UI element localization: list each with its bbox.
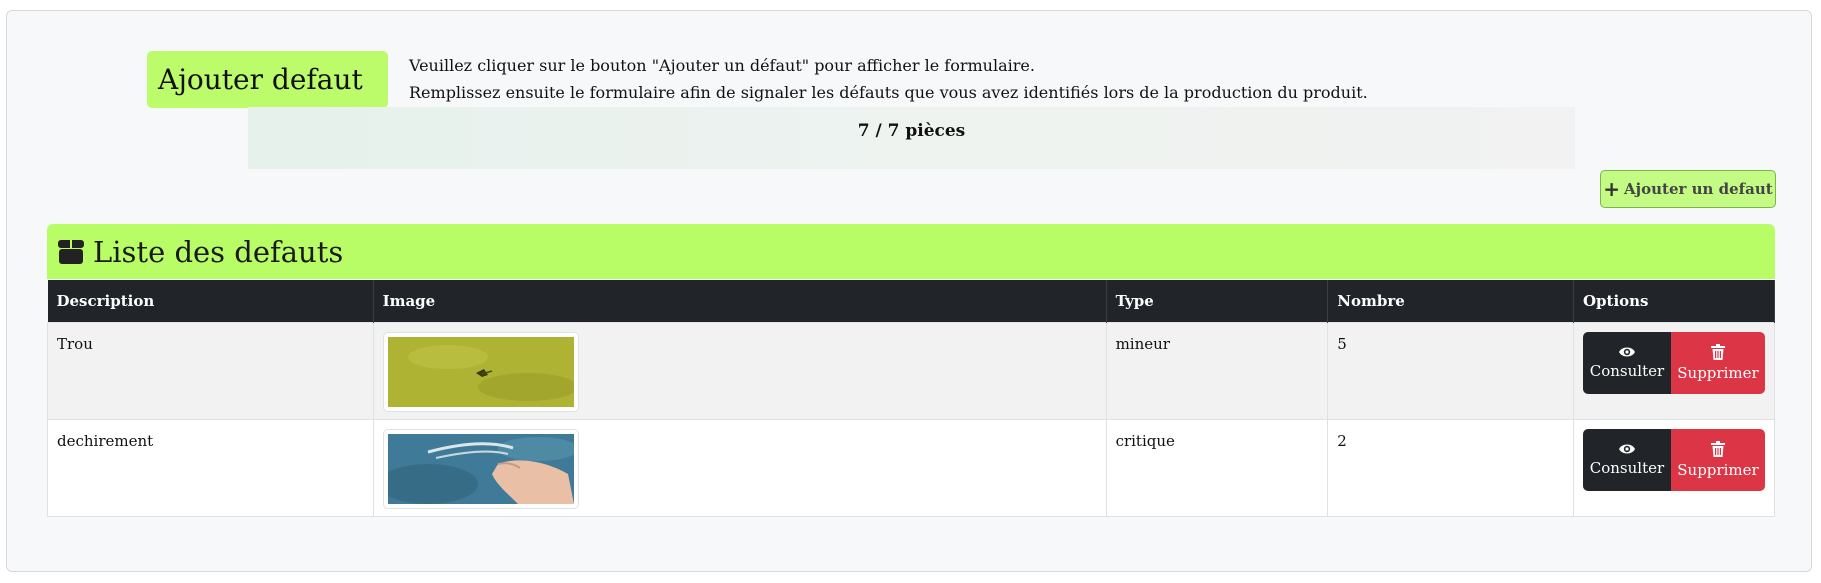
view-button[interactable]: Consulter bbox=[1582, 428, 1671, 491]
plus-icon: + bbox=[1603, 177, 1621, 201]
piece-counter: 7 / 7 pièces bbox=[248, 107, 1575, 169]
instruction-line-2: Remplissez ensuite le formulaire afin de… bbox=[409, 83, 1368, 102]
eye-icon bbox=[1618, 444, 1635, 453]
row-image-cell bbox=[372, 418, 1107, 517]
row-options: Consulter Supprimer bbox=[1572, 321, 1776, 420]
row-description: dechirement bbox=[47, 418, 374, 517]
trash-icon bbox=[1710, 343, 1725, 360]
delete-button[interactable]: Supprimer bbox=[1670, 331, 1765, 394]
table-row: Trou mineur 5 Consulter Supprimer bbox=[47, 321, 1776, 420]
row-image-cell bbox=[372, 321, 1107, 420]
column-header-count: Nombre bbox=[1327, 280, 1574, 322]
row-options: Consulter Supprimer bbox=[1572, 418, 1776, 517]
column-header-options: Options bbox=[1573, 280, 1776, 322]
column-header-description: Description bbox=[47, 280, 374, 322]
row-type: mineur bbox=[1105, 321, 1329, 420]
row-count: 2 bbox=[1327, 418, 1574, 517]
column-header-type: Type bbox=[1106, 280, 1329, 322]
trash-icon bbox=[1710, 440, 1725, 457]
row-count: 5 bbox=[1327, 321, 1574, 420]
column-header-image: Image bbox=[373, 280, 1107, 322]
instruction-line-1: Veuillez cliquer sur le bouton "Ajouter … bbox=[409, 56, 1035, 75]
box-icon bbox=[58, 239, 84, 264]
instructions: Veuillez cliquer sur le bouton "Ajouter … bbox=[409, 52, 1368, 106]
add-defect-label: Ajouter un defaut bbox=[1624, 180, 1773, 198]
table-row: dechirement critique 2 Consulter Supprim… bbox=[47, 418, 1776, 517]
delete-button[interactable]: Supprimer bbox=[1670, 428, 1765, 491]
view-button-label: Consulter bbox=[1589, 458, 1665, 477]
defect-list-title: Liste des defauts bbox=[93, 234, 344, 269]
view-button[interactable]: Consulter bbox=[1582, 331, 1671, 394]
row-description: Trou bbox=[47, 321, 374, 420]
row-type: critique bbox=[1105, 418, 1329, 517]
table-header-row: Description Image Type Nombre Options bbox=[47, 280, 1776, 322]
page-title: Ajouter defaut bbox=[147, 51, 388, 108]
add-defect-button[interactable]: + Ajouter un defaut bbox=[1600, 170, 1776, 208]
view-button-label: Consulter bbox=[1589, 361, 1665, 380]
delete-button-label: Supprimer bbox=[1677, 363, 1759, 382]
defect-table: Description Image Type Nombre Options Tr… bbox=[47, 280, 1776, 517]
eye-icon bbox=[1618, 347, 1635, 356]
fabric-hole-thumbnail[interactable] bbox=[382, 331, 579, 412]
denim-tear-thumbnail[interactable] bbox=[382, 428, 579, 509]
defect-list-header: Liste des defauts bbox=[47, 224, 1775, 279]
delete-button-label: Supprimer bbox=[1677, 460, 1759, 479]
